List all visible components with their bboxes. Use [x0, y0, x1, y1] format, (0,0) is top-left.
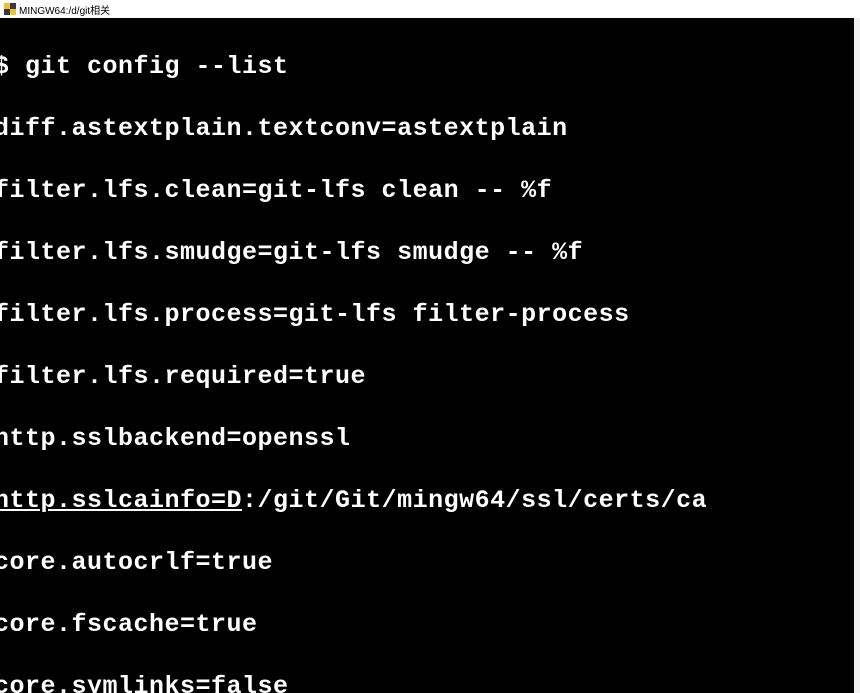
command-text: git config --list: [25, 52, 289, 81]
path-suffix: :/git/Git/mingw64/ssl/certs/ca: [242, 486, 707, 515]
command-line: $ git config --list: [0, 51, 854, 82]
window-icon: [4, 3, 16, 15]
output-line: core.autocrlf=true: [0, 547, 854, 578]
prompt-symbol: $: [0, 52, 25, 81]
output-line: http.sslbackend=openssl: [0, 423, 854, 454]
output-line: core.symlinks=false: [0, 671, 854, 693]
output-line: filter.lfs.process=git-lfs filter-proces…: [0, 299, 854, 330]
output-line: core.fscache=true: [0, 609, 854, 640]
output-line: filter.lfs.clean=git-lfs clean -- %f: [0, 175, 854, 206]
output-line: filter.lfs.required=true: [0, 361, 854, 392]
output-line: diff.astextplain.textconv=astextplain: [0, 113, 854, 144]
window-title-text: MINGW64:/d/git相关: [19, 2, 110, 17]
window-title-bar: MINGW64:/d/git相关: [0, 0, 860, 18]
output-line: filter.lfs.smudge=git-lfs smudge -- %f: [0, 237, 854, 268]
underlined-path: http.sslcainfo=D: [0, 486, 242, 515]
terminal-window[interactable]: $ git config --list diff.astextplain.tex…: [0, 18, 854, 693]
output-line: http.sslcainfo=D:/git/Git/mingw64/ssl/ce…: [0, 485, 854, 516]
